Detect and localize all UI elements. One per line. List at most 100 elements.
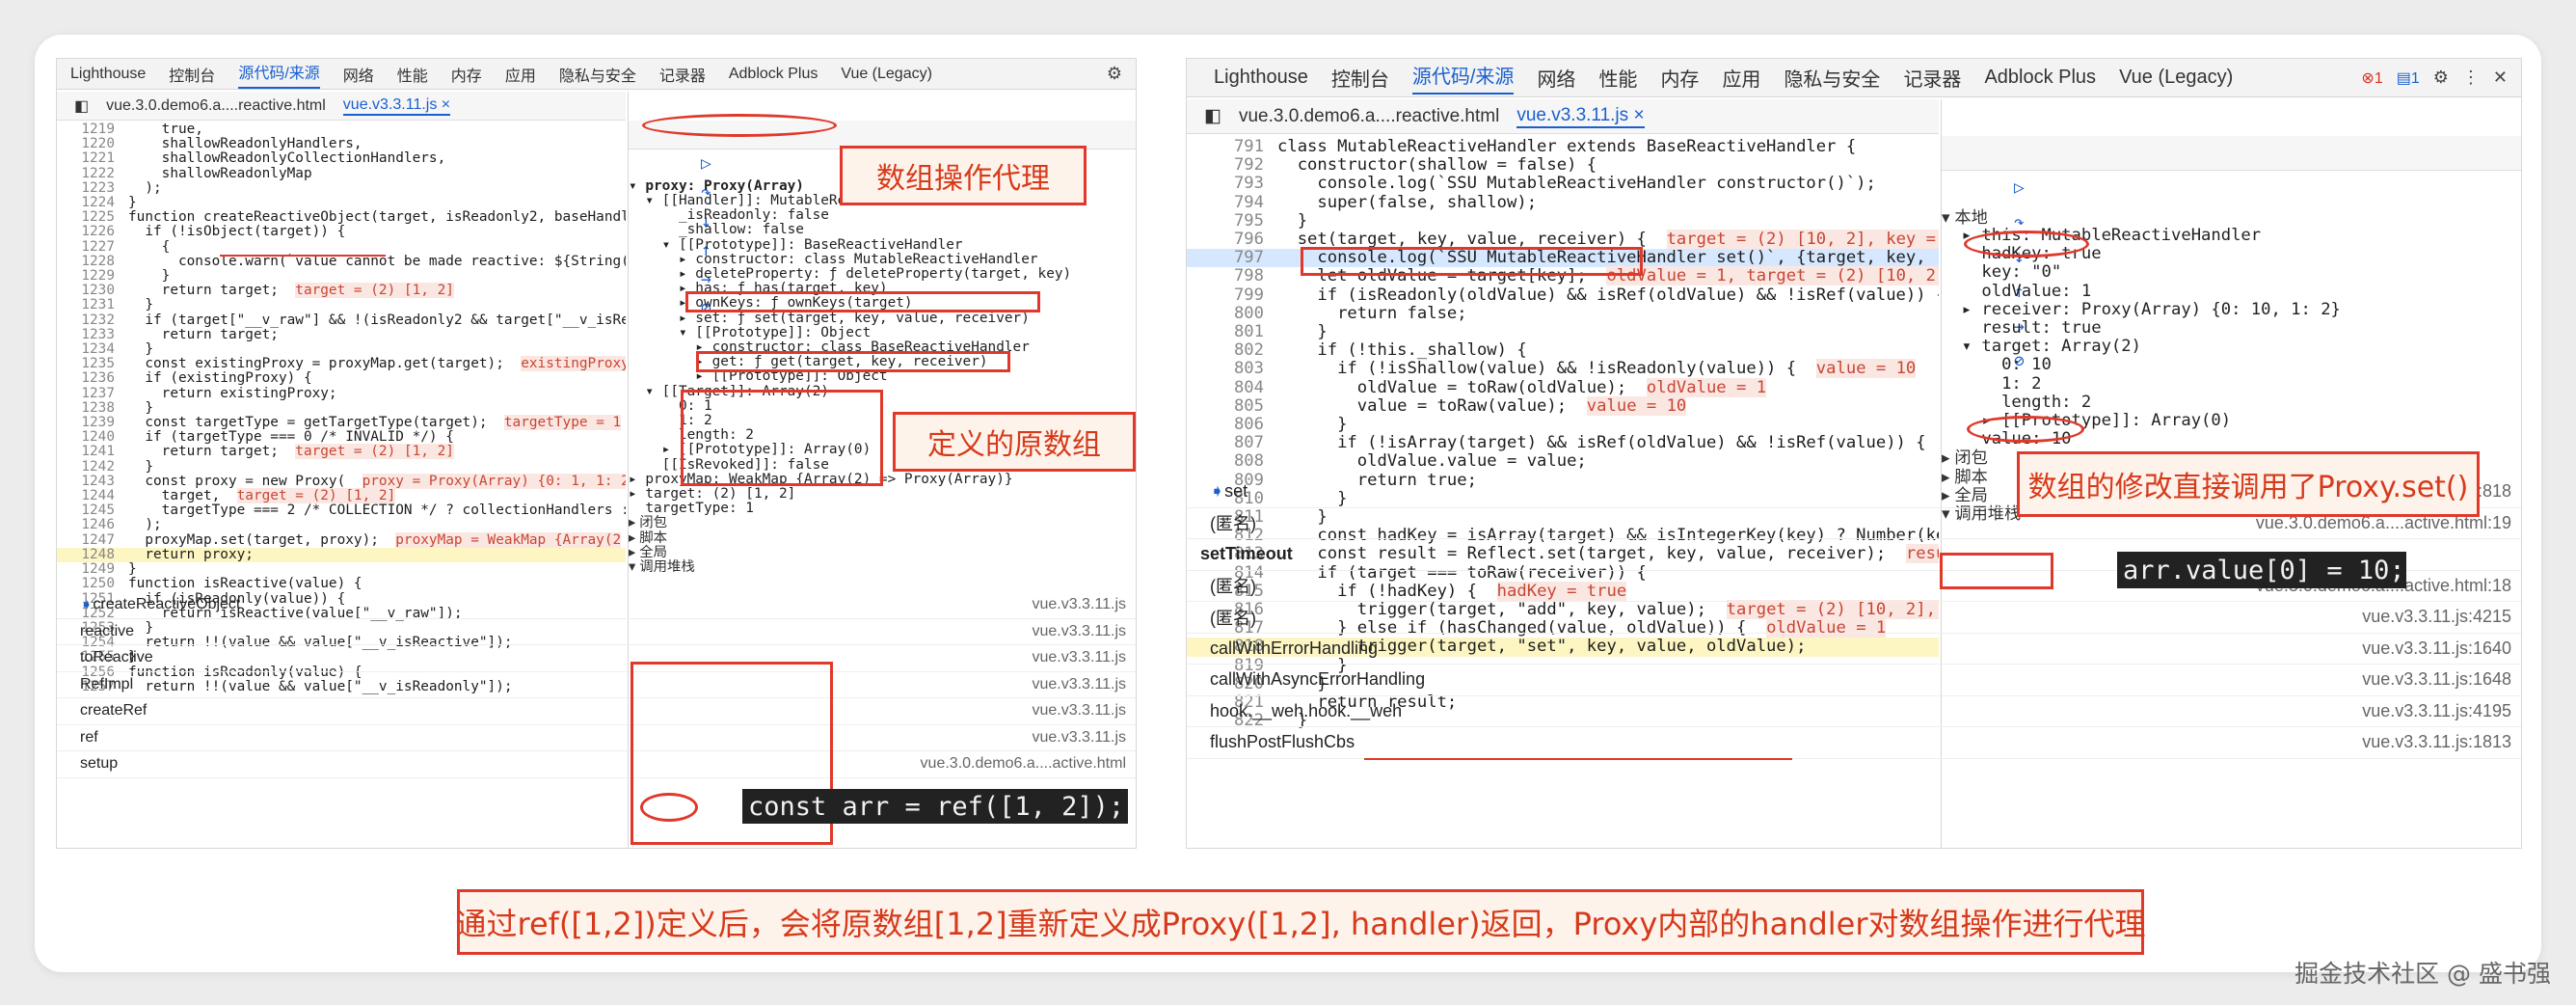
gear-icon[interactable]: ⚙ — [1107, 64, 1122, 84]
scope-row[interactable]: ▾ [[Prototype]]: BaseReactiveHandler — [629, 237, 1136, 253]
line-number[interactable]: 1219 — [57, 122, 115, 137]
more-icon[interactable]: ⋮ — [2462, 68, 2480, 88]
scope-section[interactable]: ▸ 脚本 — [629, 530, 1136, 546]
call-stack-frame[interactable]: toReactive vue.v3.3.11.js — [57, 645, 1136, 672]
line-number[interactable]: 1225 — [57, 210, 115, 225]
tab-performance[interactable]: 性能 — [1598, 64, 1637, 92]
tab-lighthouse[interactable]: Lighthouse — [1214, 67, 1308, 89]
line-number[interactable]: 796 — [1187, 230, 1264, 249]
line-number[interactable]: 805 — [1187, 396, 1264, 416]
tab-vue[interactable]: Vue (Legacy) — [2119, 67, 2233, 89]
line-number[interactable]: 1222 — [57, 166, 115, 181]
line-number[interactable]: 1233 — [57, 327, 115, 342]
line-number[interactable]: 1231 — [57, 298, 115, 312]
scope-row[interactable]: length: 2 — [1942, 393, 2521, 412]
line-number[interactable]: 802 — [1187, 341, 1264, 360]
tab-memory[interactable]: 内存 — [1660, 64, 1699, 92]
scope-row[interactable]: 1: 2 — [1942, 374, 2521, 394]
tab-application[interactable]: 应用 — [505, 63, 536, 86]
tab-console[interactable]: 控制台 — [169, 63, 215, 86]
line-number[interactable]: 798 — [1187, 267, 1264, 285]
line-number[interactable]: 1243 — [57, 474, 115, 489]
line-number[interactable]: 799 — [1187, 285, 1264, 305]
line-number[interactable]: 1235 — [57, 357, 115, 371]
line-number[interactable]: 804 — [1187, 378, 1264, 397]
line-number[interactable]: 794 — [1187, 193, 1264, 212]
scope-row[interactable]: ▸ set: ƒ set(target, key, value, receive… — [629, 311, 1136, 326]
line-number[interactable]: 1228 — [57, 254, 115, 269]
line-number[interactable]: 791 — [1187, 138, 1264, 156]
line-number[interactable]: 797 — [1187, 249, 1264, 267]
gear-icon[interactable]: ⚙ — [2433, 68, 2449, 88]
line-number[interactable]: 1237 — [57, 386, 115, 401]
line-number[interactable]: 1245 — [57, 503, 115, 518]
call-stack-frame[interactable]: callWithErrorHandling vue.v3.3.11.js:1640 — [1187, 634, 2521, 665]
line-number[interactable]: 806 — [1187, 415, 1264, 434]
scope-row[interactable]: ▸ receiver: Proxy(Array) {0: 10, 1: 2} — [1942, 300, 2521, 319]
scope-row[interactable]: result: true — [1942, 318, 2521, 338]
tab-console[interactable]: 控制台 — [1331, 64, 1389, 92]
line-number[interactable]: 793 — [1187, 175, 1264, 193]
scope-row[interactable]: targetType: 1 — [629, 502, 1136, 516]
file-tab-demo[interactable]: vue.3.0.demo6.a....reactive.html — [106, 97, 326, 115]
tab-sources[interactable]: 源代码/来源 — [1411, 61, 1515, 95]
tab-adblock[interactable]: Adblock Plus — [729, 66, 818, 83]
tab-recorder[interactable]: 记录器 — [659, 63, 706, 86]
close-icon[interactable]: × — [442, 96, 450, 113]
line-number[interactable]: 1241 — [57, 445, 115, 459]
error-badge[interactable]: ⊗1 — [2361, 68, 2382, 88]
line-number[interactable]: 1249 — [57, 561, 115, 577]
scope-row[interactable]: ▸ deleteProperty: ƒ deleteProperty(targe… — [629, 266, 1136, 282]
call-stack-frame[interactable]: (匿名) vue.v3.3.11.js:4215 — [1187, 602, 2521, 634]
line-number[interactable]: 1223 — [57, 180, 115, 196]
scope-row[interactable]: key: "0" — [1942, 263, 2521, 282]
tab-sources[interactable]: 源代码/来源 — [238, 60, 320, 89]
scope-section[interactable]: ▾ 调用堆栈 — [629, 559, 1136, 575]
line-number[interactable]: 1246 — [57, 518, 115, 532]
tab-vue[interactable]: Vue (Legacy) — [841, 66, 932, 83]
message-badge[interactable]: ▤1 — [2397, 68, 2420, 88]
tab-performance[interactable]: 性能 — [397, 63, 428, 86]
tab-privacy[interactable]: 隐私与安全 — [1784, 64, 1880, 92]
line-number[interactable]: 1239 — [57, 415, 115, 430]
resume-icon[interactable]: ▷ — [701, 153, 711, 174]
line-number[interactable]: 1226 — [57, 225, 115, 239]
file-tab-vue[interactable]: vue.v3.3.11.js × — [342, 96, 451, 116]
tab-network[interactable]: 网络 — [1537, 64, 1575, 92]
tab-privacy[interactable]: 隐私与安全 — [559, 63, 636, 86]
close-icon[interactable]: × — [1633, 105, 1644, 125]
line-number[interactable]: 795 — [1187, 211, 1264, 231]
call-stack-frame[interactable]: reactive vue.v3.3.11.js — [57, 619, 1136, 645]
line-number[interactable]: 1238 — [57, 400, 115, 416]
line-number[interactable]: 1242 — [57, 459, 115, 475]
call-stack-frame[interactable]: ref vue.v3.3.11.js — [57, 725, 1136, 751]
line-number[interactable]: 807 — [1187, 434, 1264, 452]
call-stack-frame[interactable]: ➧ createReactiveObject vue.v3.3.11.js — [57, 592, 1136, 619]
call-stack-frame[interactable]: flushPostFlushCbs vue.v3.3.11.js:1813 — [1187, 727, 2521, 759]
scope-row[interactable]: ▸ constructor: class MutableReactiveHand… — [629, 252, 1136, 267]
call-stack-frame[interactable]: RefImpl vue.v3.3.11.js — [57, 672, 1136, 698]
scope-section[interactable]: ▸ 闭包 — [629, 516, 1136, 530]
file-tab-vue[interactable]: vue.v3.3.11.js × — [1516, 105, 1645, 128]
line-number[interactable]: 1220 — [57, 137, 115, 151]
scope-row[interactable]: ▾ [[Prototype]]: Object — [629, 325, 1136, 340]
sidebar-toggle-icon[interactable]: ◧ — [74, 96, 89, 116]
scope-row[interactable]: _shallow: false — [629, 223, 1136, 237]
line-number[interactable]: 1234 — [57, 341, 115, 357]
line-number[interactable]: 1230 — [57, 284, 115, 298]
close-icon[interactable]: ✕ — [2493, 68, 2508, 88]
call-stack-frame[interactable]: setup vue.3.0.demo6.a....active.html — [57, 751, 1136, 778]
tab-application[interactable]: 应用 — [1722, 64, 1760, 92]
call-stack-frame[interactable]: createRef vue.v3.3.11.js — [57, 698, 1136, 725]
tab-adblock[interactable]: Adblock Plus — [1984, 67, 2096, 89]
line-number[interactable]: 1227 — [57, 239, 115, 255]
line-number[interactable]: 800 — [1187, 304, 1264, 323]
line-number[interactable]: 792 — [1187, 156, 1264, 175]
scope-row[interactable]: 0: 10 — [1942, 356, 2521, 374]
scope-row[interactable]: oldValue: 1 — [1942, 282, 2521, 301]
call-stack-frame[interactable]: hook.__weh.hook.__weh vue.v3.3.11.js:4195 — [1187, 696, 2521, 727]
line-number[interactable]: 803 — [1187, 360, 1264, 378]
file-tab-demo[interactable]: vue.3.0.demo6.a....reactive.html — [1239, 106, 1499, 127]
sidebar-toggle-icon[interactable]: ◧ — [1204, 105, 1221, 127]
scope-row[interactable]: _isReadonly: false — [629, 208, 1136, 223]
